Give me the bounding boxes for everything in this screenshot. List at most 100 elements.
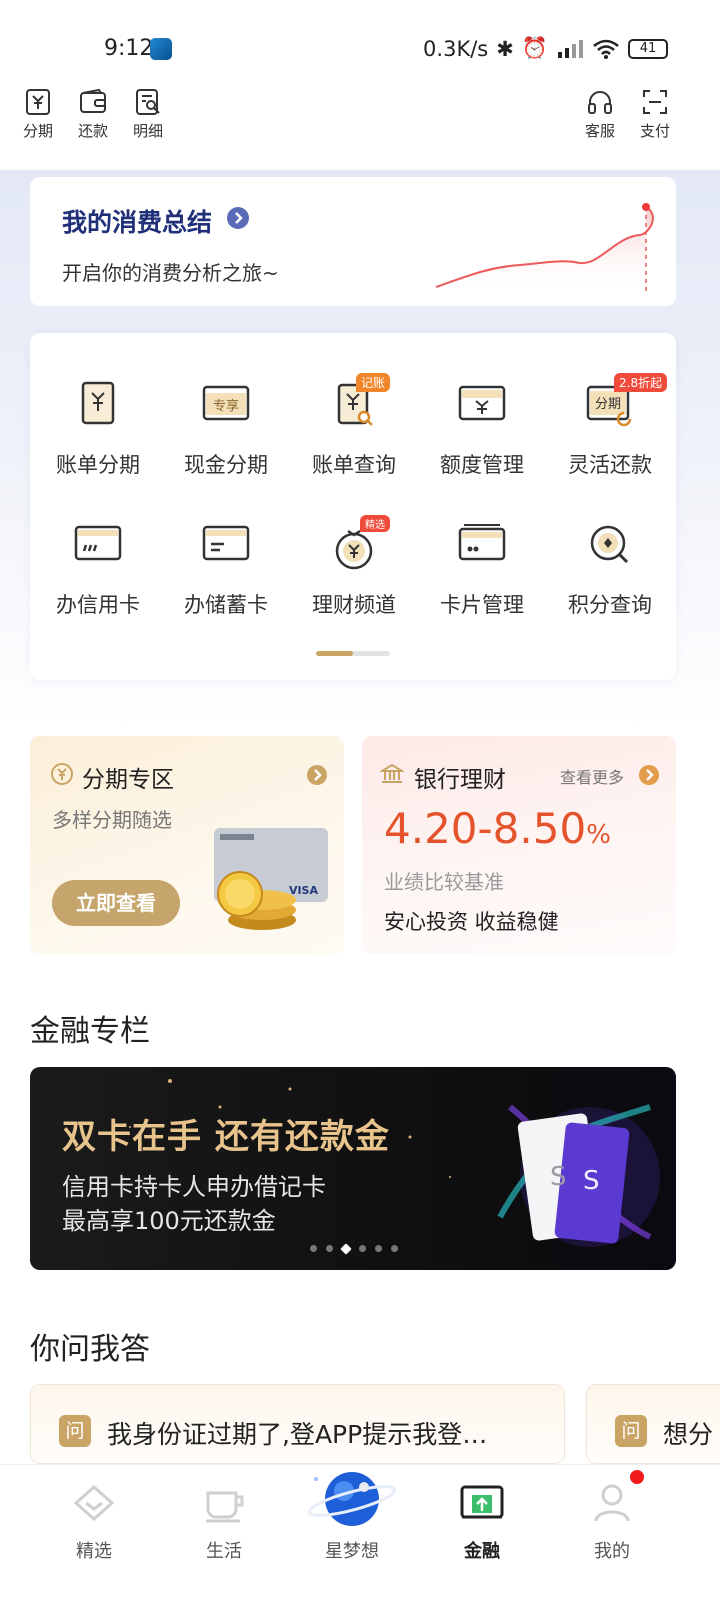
- nav-featured[interactable]: 精选: [44, 1465, 144, 1563]
- chevron-right-icon: [307, 765, 327, 785]
- flexible-repay-text: 分期: [595, 397, 621, 412]
- service-bill-installment[interactable]: 账单分期: [34, 377, 162, 479]
- consumption-summary-card[interactable]: 我的消费总结 开启你的消费分析之旅~: [30, 177, 676, 306]
- points-search-icon: [590, 525, 629, 564]
- chevron-right-icon: [639, 765, 659, 785]
- alarm-icon: ⏰: [521, 36, 548, 60]
- wealth-slogan: 安心投资 收益稳健: [384, 910, 559, 934]
- notification-dot: [630, 1470, 644, 1484]
- benchmark-label: 业绩比较基准: [384, 870, 504, 894]
- qa-card[interactable]: 问 我身份证过期了,登APP提示我登…: [30, 1384, 565, 1464]
- qa-section-title: 你问我答: [30, 1332, 150, 1367]
- pay-label: 支付: [639, 122, 670, 140]
- view-now-button[interactable]: 立即查看: [52, 880, 180, 926]
- service-apply-credit-card[interactable]: 办信用卡: [34, 517, 162, 619]
- service-points-query[interactable]: 积分查询: [546, 517, 674, 619]
- service-label: 账单分期: [56, 453, 140, 477]
- svg-text:VISA: VISA: [289, 884, 319, 897]
- summary-subtitle: 开启你的消费分析之旅~: [62, 261, 279, 285]
- header-bar: 分期 还款 明细 客服 支付: [0, 84, 720, 170]
- card-manage-icon: [458, 524, 506, 561]
- customer-service-button[interactable]: 客服: [576, 88, 624, 141]
- banner-dot[interactable]: [340, 1243, 352, 1255]
- question-badge: 问: [615, 1415, 647, 1447]
- service-label: 灵活还款: [568, 453, 652, 477]
- svg-text:S: S: [583, 1166, 600, 1196]
- pay-button[interactable]: 支付: [631, 88, 679, 141]
- service-label: 现金分期: [184, 453, 268, 477]
- installment-zone-title: 分期专区: [82, 767, 174, 793]
- banner-dot[interactable]: [326, 1245, 333, 1252]
- nav-mine[interactable]: 我的: [562, 1465, 662, 1563]
- cash-card-icon: 专享: [202, 385, 250, 421]
- status-time: 9:12: [104, 36, 154, 61]
- headset-icon: [588, 91, 612, 114]
- banner-dot[interactable]: [375, 1245, 382, 1252]
- header-repay-label: 还款: [77, 122, 108, 140]
- header-detail-label: 明细: [132, 122, 163, 140]
- question-badge: 问: [59, 1415, 91, 1447]
- net-speed: 0.3K/s: [423, 36, 489, 61]
- banner-title: 双卡在手 还有还款金: [62, 1117, 390, 1157]
- service-label: 理财频道: [312, 593, 396, 617]
- nav-label: 金融: [464, 1541, 500, 1562]
- cup-icon: [206, 1491, 244, 1523]
- view-more-link[interactable]: 查看更多: [560, 764, 624, 788]
- nav-life[interactable]: 生活: [174, 1465, 274, 1563]
- service-label: 账单查询: [312, 453, 396, 477]
- banner-pagination: [310, 1243, 398, 1255]
- service-apply-debit-card[interactable]: 办储蓄卡: [162, 517, 290, 619]
- service-bill-query[interactable]: 记账 账单查询: [290, 373, 418, 479]
- header-detail-button[interactable]: 明细: [124, 88, 172, 141]
- scan-icon: [643, 90, 667, 114]
- installment-zone-card[interactable]: 分期专区 多样分期随选 立即查看 VISA: [30, 736, 344, 954]
- bluetooth-icon: ✱: [496, 36, 514, 61]
- header-repay-button[interactable]: 还款: [69, 88, 117, 141]
- nav-label: 星梦想: [325, 1541, 379, 1562]
- credit-card-icon: [74, 525, 122, 561]
- header-installment-button[interactable]: 分期: [14, 88, 62, 141]
- planet-icon: [307, 1472, 397, 1526]
- user-icon: [594, 1484, 630, 1522]
- status-indicators: 0.3K/s ✱ ⏰ 41: [423, 36, 668, 61]
- status-bar: 9:12 0.3K/s ✱ ⏰ 41: [0, 0, 720, 96]
- banner-dot[interactable]: [359, 1245, 366, 1252]
- debit-card-icon: [202, 525, 250, 561]
- service-wealth-channel[interactable]: 精选 理财频道: [290, 515, 418, 619]
- nav-finance[interactable]: 金融: [432, 1465, 532, 1563]
- yuan-coin-icon: [51, 763, 73, 785]
- bill-yuan-icon: [81, 381, 115, 425]
- wifi-icon: [593, 39, 619, 59]
- finance-column-title: 金融专栏: [30, 1014, 150, 1049]
- bottom-nav: 精选 生活 星梦想 金融 我的: [0, 1464, 720, 1600]
- yield-rate-unit: %: [586, 820, 611, 850]
- qa-question-text: 我身份证过期了,登APP提示我登…: [107, 1420, 488, 1449]
- yield-rate-value: 4.20-8.50: [384, 804, 587, 853]
- banner-dot[interactable]: [391, 1245, 398, 1252]
- banner-dot[interactable]: [310, 1245, 317, 1252]
- chevron-right-icon: [227, 207, 249, 229]
- qa-card[interactable]: 问 想分: [586, 1384, 720, 1464]
- nav-star-dream[interactable]: 星梦想: [302, 1465, 402, 1563]
- service-quota-management[interactable]: 额度管理: [418, 377, 546, 479]
- trend-sparkline: [435, 203, 654, 297]
- qa-question-text: 想分: [663, 1420, 714, 1449]
- yuan-doc-icon: [26, 89, 50, 115]
- service-tag: 2.8折起: [614, 373, 668, 392]
- finance-banner[interactable]: S S 双卡在手 还有还款金 信用卡持卡人申办借记卡 最高享100元还款金: [30, 1067, 676, 1270]
- service-cash-installment[interactable]: 专享 现金分期: [162, 377, 290, 479]
- nav-label: 精选: [76, 1541, 112, 1562]
- diamond-icon: [73, 1484, 115, 1522]
- service-label: 额度管理: [440, 453, 524, 477]
- service-flexible-repay[interactable]: 分期 2.8折起 灵活还款: [546, 373, 674, 479]
- nav-label: 我的: [594, 1541, 630, 1562]
- service-label: 积分查询: [568, 593, 652, 617]
- bank-wealth-card[interactable]: 银行理财 查看更多 4.20-8.50% 业绩比较基准 安心投资 收益稳健: [362, 736, 676, 954]
- finance-card-icon: [460, 1485, 504, 1519]
- wallet-icon: [80, 88, 106, 113]
- installment-zone-subtitle: 多样分期随选: [52, 808, 172, 832]
- svg-text:S: S: [550, 1162, 567, 1192]
- banner-line1: 信用卡持卡人申办借记卡: [62, 1173, 326, 1201]
- header-installment-label: 分期: [22, 122, 53, 140]
- service-card-management[interactable]: 卡片管理: [418, 517, 546, 619]
